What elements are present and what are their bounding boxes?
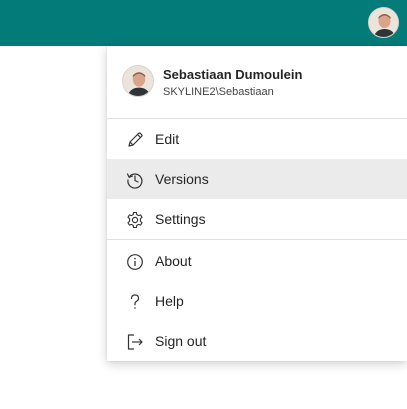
menu-item-settings[interactable]: Settings <box>107 199 407 239</box>
account-name: Sebastiaan Dumoulein <box>163 67 303 82</box>
account-header: Sebastiaan Dumoulein SKYLINE2\Sebastiaan <box>107 46 407 118</box>
menu-item-label: About <box>155 253 192 269</box>
account-avatar <box>122 65 154 97</box>
user-avatar-button[interactable] <box>368 7 399 38</box>
menu-item-about[interactable]: About <box>107 241 407 281</box>
account-menu: Sebastiaan Dumoulein SKYLINE2\Sebastiaan… <box>107 46 407 361</box>
history-icon <box>126 173 143 189</box>
menu-item-label: Edit <box>155 131 180 147</box>
pencil-icon <box>128 132 143 147</box>
menu-item-label: Settings <box>155 211 206 227</box>
avatar-photo-icon <box>369 8 398 37</box>
menu-item-label: Versions <box>155 171 209 187</box>
menu-divider <box>107 239 407 240</box>
avatar-photo-icon <box>123 66 153 96</box>
menu-item-label: Sign out <box>155 333 207 349</box>
account-login: SKYLINE2\Sebastiaan <box>163 86 274 98</box>
menu-item-edit[interactable]: Edit <box>107 119 407 159</box>
menu-item-help[interactable]: Help <box>107 281 407 321</box>
gear-icon <box>127 211 143 229</box>
question-icon <box>130 294 140 309</box>
menu-item-label: Help <box>155 293 184 309</box>
top-bar <box>0 0 407 46</box>
sign-out-icon <box>127 334 143 350</box>
info-icon <box>127 254 143 270</box>
menu-item-sign-out[interactable]: Sign out <box>107 321 407 361</box>
menu-item-versions[interactable]: Versions <box>107 159 407 199</box>
